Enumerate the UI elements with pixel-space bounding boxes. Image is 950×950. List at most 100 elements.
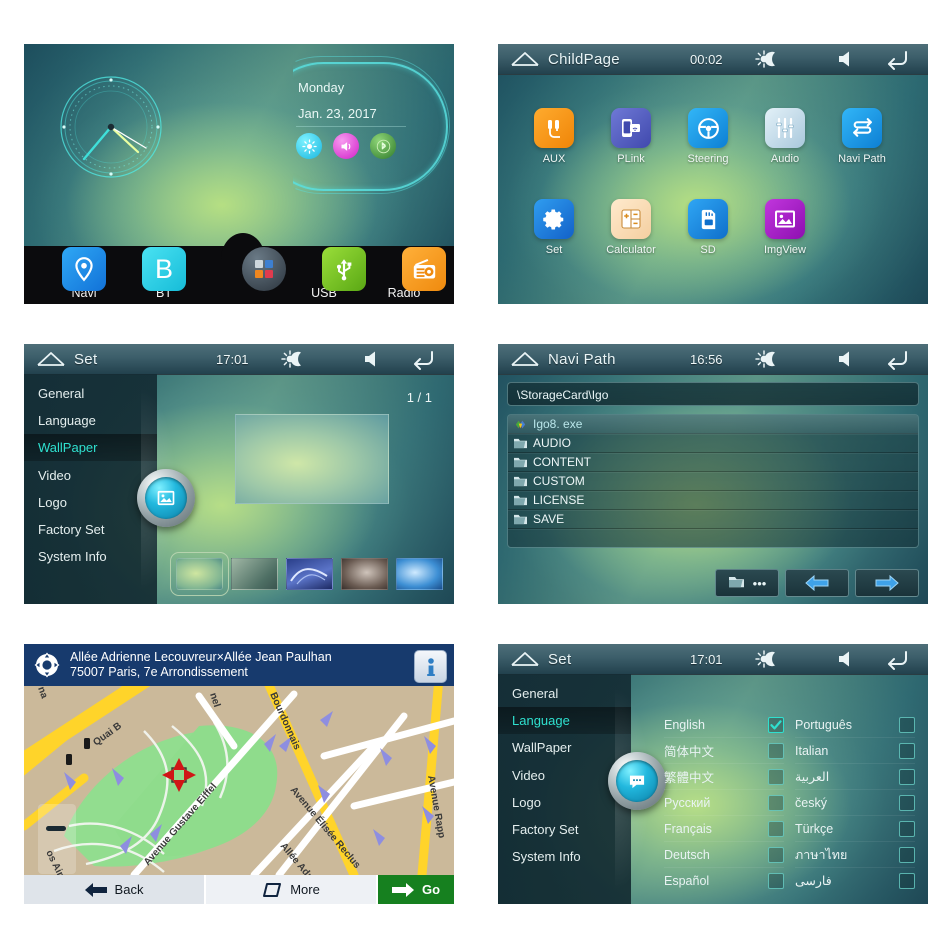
folder-icon: [513, 456, 528, 469]
sidebar-item-factory-set[interactable]: Factory Set: [24, 516, 157, 543]
app-imgview[interactable]: ImgView: [749, 199, 821, 256]
volume-toggle[interactable]: [333, 133, 359, 159]
list-item[interactable]: SAVE: [508, 510, 918, 529]
wallpaper-thumb-5[interactable]: [396, 558, 443, 590]
sidebar-item-video[interactable]: Video: [24, 462, 157, 489]
list-item[interactable]: CUSTOM: [508, 472, 918, 491]
app-calculator[interactable]: Calculator: [595, 199, 667, 256]
sidebar-item-general[interactable]: General: [24, 380, 157, 407]
language-row[interactable]: 繁體中文: [664, 764, 784, 790]
wallpaper-thumb-1[interactable]: [170, 552, 229, 596]
language-checkbox[interactable]: [899, 716, 915, 733]
language-checkbox[interactable]: [899, 768, 915, 785]
back-arrow-icon[interactable]: [883, 47, 911, 71]
wallpaper-thumb-3[interactable]: [286, 558, 333, 590]
list-item[interactable]: CONTENT: [508, 453, 918, 472]
statusbar-set-wallpaper: Set 17:01: [24, 344, 454, 375]
brightness-icon[interactable]: [279, 348, 313, 370]
sidebar-item-language[interactable]: Language: [498, 707, 631, 734]
dock-item-bt[interactable]: B: [142, 247, 186, 291]
language-checkbox[interactable]: [899, 794, 915, 811]
back-arrow-icon[interactable]: [409, 347, 437, 371]
language-row[interactable]: český: [795, 790, 915, 816]
sidebar-item-system-info[interactable]: System Info: [498, 843, 631, 870]
map-canvas[interactable]: Quai B Bourdonnais Avenue Gustave Eiffel…: [24, 686, 454, 875]
list-item[interactable]: LICENSE: [508, 491, 918, 510]
app-plink[interactable]: PLink: [595, 108, 667, 165]
language-row[interactable]: English: [664, 712, 784, 738]
language-checkbox[interactable]: [768, 742, 784, 759]
app-sd[interactable]: SD: [672, 199, 744, 256]
sidebar-item-wallpaper[interactable]: WallPaper: [24, 434, 157, 461]
dock-item-radio[interactable]: [402, 247, 446, 291]
map-go-button[interactable]: Go: [378, 875, 454, 904]
sidebar-item-wallpaper[interactable]: WallPaper: [498, 734, 631, 761]
home-icon[interactable]: [510, 350, 540, 368]
map-more-button[interactable]: More: [206, 875, 378, 904]
map-back-button[interactable]: Back: [24, 875, 206, 904]
browse-folder-button[interactable]: •••: [715, 569, 779, 597]
sidebar-item-system-info[interactable]: System Info: [24, 543, 157, 570]
sidebar-item-factory-set[interactable]: Factory Set: [498, 816, 631, 843]
app-aux[interactable]: AUX: [518, 108, 590, 165]
brightness-icon[interactable]: [753, 648, 787, 670]
next-button[interactable]: [855, 569, 919, 597]
language-row[interactable]: 简体中文: [664, 738, 784, 764]
language-row[interactable]: العربية: [795, 764, 915, 790]
brightness-toggle[interactable]: [296, 133, 322, 159]
statusbar-title: Set: [74, 350, 98, 368]
language-row[interactable]: Deutsch: [664, 842, 784, 868]
language-row[interactable]: Français: [664, 816, 784, 842]
folder-icon: [513, 437, 528, 450]
dock-item-usb[interactable]: [322, 247, 366, 291]
list-item[interactable]: Igo8. exe: [508, 415, 918, 434]
app-set[interactable]: Set: [518, 199, 590, 256]
path-field[interactable]: \StorageCard\Igo: [507, 382, 919, 406]
home-icon[interactable]: [36, 350, 66, 368]
dock-item-apps[interactable]: [242, 247, 286, 291]
brightness-icon[interactable]: [753, 48, 787, 70]
map-address-line1: Allée Adrienne Lecouvreur×Allée Jean Pau…: [70, 650, 332, 664]
language-row[interactable]: Русский: [664, 790, 784, 816]
navi-path-body: \StorageCard\Igo Igo8. exe AUDIO CONTENT…: [498, 374, 928, 604]
language-row[interactable]: Italian: [795, 738, 915, 764]
language-checkbox[interactable]: [899, 872, 915, 889]
language-row[interactable]: Español: [664, 868, 784, 893]
language-checkbox[interactable]: [899, 742, 915, 759]
sidebar-item-general[interactable]: General: [498, 680, 631, 707]
language-checkbox[interactable]: [768, 768, 784, 785]
back-arrow-icon[interactable]: [883, 347, 911, 371]
bluetooth-toggle[interactable]: [370, 133, 396, 159]
language-checkbox[interactable]: [768, 846, 784, 863]
language-checkbox[interactable]: [768, 716, 784, 733]
volume-icon[interactable]: [361, 349, 383, 369]
brightness-icon[interactable]: [753, 348, 787, 370]
home-icon[interactable]: [510, 650, 540, 668]
language-row[interactable]: Português: [795, 712, 915, 738]
volume-icon[interactable]: [835, 49, 857, 69]
sidebar-item-language[interactable]: Language: [24, 407, 157, 434]
language-checkbox[interactable]: [899, 846, 915, 863]
map-info-button[interactable]: [414, 650, 447, 683]
volume-icon[interactable]: [835, 349, 857, 369]
app-steering[interactable]: Steering: [672, 108, 744, 165]
language-checkbox[interactable]: [768, 872, 784, 889]
wallpaper-knob-button[interactable]: [137, 469, 195, 527]
volume-icon[interactable]: [835, 649, 857, 669]
language-checkbox[interactable]: [899, 820, 915, 837]
app-audio[interactable]: Audio: [749, 108, 821, 165]
language-row[interactable]: فارسی: [795, 868, 915, 893]
language-checkbox[interactable]: [768, 794, 784, 811]
language-row[interactable]: Türkçe: [795, 816, 915, 842]
language-checkbox[interactable]: [768, 820, 784, 837]
previous-button[interactable]: [785, 569, 849, 597]
home-icon[interactable]: [510, 50, 540, 68]
dock-item-navi[interactable]: [62, 247, 106, 291]
list-item[interactable]: AUDIO: [508, 434, 918, 453]
language-row[interactable]: ภาษาไทย: [795, 842, 915, 868]
app-navi-path[interactable]: Navi Path: [826, 108, 898, 165]
wallpaper-thumb-4[interactable]: [341, 558, 388, 590]
back-arrow-icon[interactable]: [883, 647, 911, 671]
folder-icon: [513, 475, 528, 488]
wallpaper-thumb-2[interactable]: [231, 558, 278, 590]
